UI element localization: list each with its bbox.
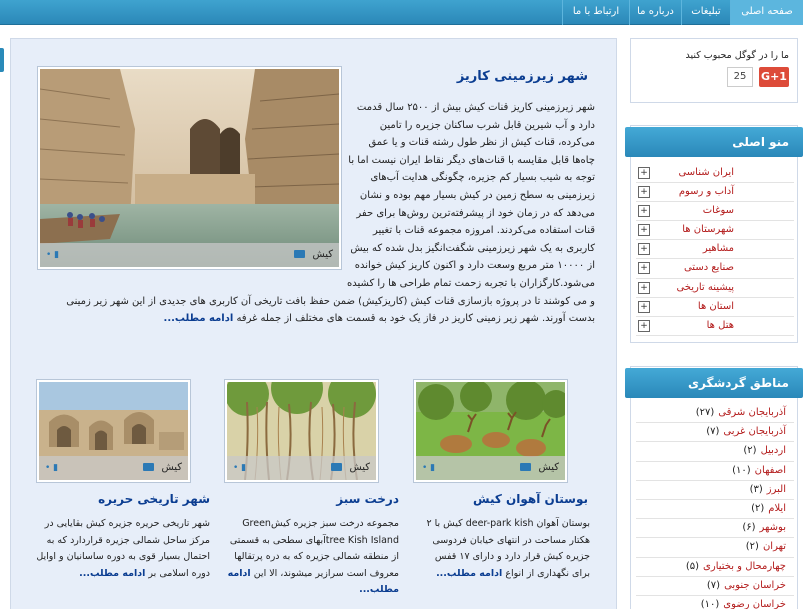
- comment-icon[interactable]: ▮ •: [233, 456, 246, 480]
- card-body-harireh: شهر تاریخی حریره جزیره کیش بقایایی در مر…: [35, 516, 210, 582]
- menu-item[interactable]: + صنایع دستی: [636, 259, 794, 279]
- menu-item[interactable]: + سوغات: [636, 202, 794, 222]
- main-content: کیش ▮ • شهر زیرزمینی کاریز شهر زیرزمینی …: [10, 38, 617, 609]
- regions-header: مناطق گردشگری: [625, 368, 803, 398]
- folder-icon: [143, 463, 154, 471]
- card-image-deer-park[interactable]: کیش ▮ •: [413, 379, 568, 483]
- gplus-box: ما را در گوگل محبوب کنید G+1 25: [630, 38, 798, 103]
- gplus-text: ما را در گوگل محبوب کنید: [685, 50, 789, 61]
- expand-icon[interactable]: +: [638, 186, 650, 199]
- region-item[interactable]: تهران(۲): [636, 538, 794, 558]
- read-more-link[interactable]: ادامه مطلب...: [436, 568, 502, 579]
- expand-icon[interactable]: +: [638, 205, 650, 218]
- region-item[interactable]: البرز(۳): [636, 481, 794, 500]
- expand-icon[interactable]: +: [638, 167, 650, 179]
- region-item[interactable]: خراسان جنوبی(۷): [636, 577, 794, 596]
- nav-ads[interactable]: تبلیغات: [681, 0, 730, 25]
- gplus-count: 25: [727, 67, 753, 87]
- featured-body: شهر زیرزمینی کاریز قنات کیش بیش از ۲۵۰۰ …: [47, 99, 595, 328]
- comment-icon[interactable]: ▮ •: [422, 456, 435, 480]
- region-item[interactable]: خراسان رضوی(۱۰): [636, 596, 794, 609]
- menu-item[interactable]: + استان ها: [636, 298, 794, 317]
- card-body-green-tree: مجموعه درخت سبز جزیره کیشGreen tree Kish…: [224, 516, 399, 599]
- menu-item[interactable]: + پیشینه تاریخی: [636, 279, 794, 298]
- card-text: مجموعه درخت سبز جزیره کیشGreen tree Kish…: [229, 518, 399, 579]
- image-category[interactable]: کیش: [538, 456, 559, 480]
- region-item[interactable]: آذربایجان شرقی(۲۷): [636, 404, 794, 424]
- expand-icon[interactable]: +: [638, 243, 650, 256]
- main-menu-list: + ایران شناسی + آداب و رسوم + سوغات + شهرستا…: [636, 164, 794, 336]
- menu-item[interactable]: + مشاهیر: [636, 240, 794, 260]
- tree-photo: کیش ▮ •: [227, 382, 376, 480]
- region-item[interactable]: چهارمحال و بختیاری(۵): [636, 558, 794, 577]
- menu-item[interactable]: + آداب و رسوم: [636, 183, 794, 203]
- image-caption-bar: کیش ▮ •: [39, 456, 188, 480]
- side-tab[interactable]: [0, 48, 4, 72]
- card-image-green-tree[interactable]: کیش ▮ •: [224, 379, 379, 483]
- ruins-photo: کیش ▮ •: [39, 382, 188, 480]
- card-title-green-tree[interactable]: درخت سبز: [229, 492, 399, 506]
- expand-icon[interactable]: +: [638, 300, 650, 313]
- gplus-button[interactable]: G+1: [759, 67, 789, 87]
- image-category[interactable]: کیش: [349, 456, 370, 480]
- regions-list: آذربایجان شرقی(۲۷) آذربایجان غربی(۷) ارد…: [636, 404, 794, 609]
- comment-icon[interactable]: ▮ •: [45, 456, 58, 480]
- card-title-harireh[interactable]: شهر تاریخی حریره: [40, 492, 210, 506]
- image-category[interactable]: کیش: [161, 456, 182, 480]
- menu-item[interactable]: + شهرستان ها: [636, 221, 794, 241]
- expand-icon[interactable]: +: [638, 262, 650, 275]
- nav-contact[interactable]: ارتباط با ما: [562, 0, 629, 25]
- nav-home[interactable]: صفحه اصلی: [730, 0, 803, 25]
- image-spacer: [47, 99, 347, 287]
- card-image-harireh[interactable]: کیش ▮ •: [36, 379, 191, 483]
- read-more-link[interactable]: ادامه مطلب...: [79, 568, 145, 579]
- expand-icon[interactable]: +: [638, 319, 650, 332]
- expand-icon[interactable]: +: [638, 224, 650, 237]
- folder-icon: [520, 463, 531, 471]
- region-item[interactable]: اصفهان(۱۰): [636, 462, 794, 481]
- menu-item[interactable]: + ایران شناسی: [636, 164, 794, 184]
- image-caption-bar: کیش ▮ •: [227, 456, 376, 480]
- card-body-deer-park: بوستان آهوان deer-park kish کیش با ۲ هکت…: [415, 516, 590, 582]
- region-item[interactable]: بوشهر(۶): [636, 519, 794, 539]
- main-menu-header: منو اصلی: [625, 127, 803, 157]
- nav-about[interactable]: درباره ما: [629, 0, 681, 25]
- region-item[interactable]: ایلام(۲): [636, 500, 794, 520]
- card-title-deer-park[interactable]: بوستان آهوان کیش: [418, 492, 588, 506]
- region-item[interactable]: آذربایجان غربی(۷): [636, 423, 794, 443]
- read-more-link[interactable]: ادامه مطلب...: [164, 313, 234, 324]
- featured-title[interactable]: شهر زیرزمینی کاریز: [348, 69, 588, 84]
- menu-item[interactable]: + هتل ها: [636, 317, 794, 336]
- image-caption-bar: کیش ▮ •: [416, 456, 565, 480]
- folder-icon: [331, 463, 342, 471]
- deer-photo: کیش ▮ •: [416, 382, 565, 480]
- region-item[interactable]: اردبیل(۲): [636, 442, 794, 462]
- top-navbar: صفحه اصلی تبلیغات درباره ما ارتباط با ما: [0, 0, 803, 25]
- expand-icon[interactable]: +: [638, 281, 650, 294]
